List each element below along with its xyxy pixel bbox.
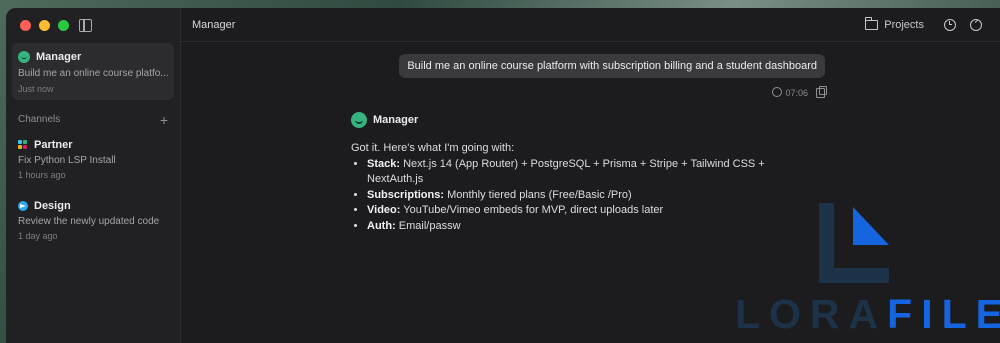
channel-time: 1 hours ago	[18, 170, 66, 180]
bullet-label: Stack:	[367, 157, 401, 170]
projects-button[interactable]: Projects	[865, 17, 924, 31]
close-window-button[interactable]	[20, 20, 31, 31]
bullet-label: Auth:	[367, 219, 396, 232]
watermark-text: LORAFILE	[735, 291, 1000, 338]
bullet-text: Next.js 14 (App Router) + PostgreSQL + P…	[367, 157, 765, 186]
list-item: Subscriptions: Monthly tiered plans (Fre…	[367, 188, 821, 204]
channel-header: Partner	[18, 139, 174, 151]
message-meta: 07:06	[772, 85, 827, 98]
assistant-header: Manager	[351, 112, 821, 128]
bullet-text: Email/passw	[395, 219, 461, 232]
channel-item-design[interactable]: Design Review the newly updated code 1 d…	[18, 200, 174, 241]
watermark-text-dark: LORA	[735, 291, 888, 337]
copy-icon[interactable]	[816, 85, 827, 98]
time-clock-icon	[772, 87, 783, 97]
bullet-text: YouTube/Vimeo embeds for MVP, direct upl…	[400, 204, 664, 216]
channel-item-partner[interactable]: Partner Fix Python LSP Install 1 hours a…	[18, 139, 174, 180]
conversation-name: Manager	[36, 51, 82, 63]
slack-icon	[18, 140, 28, 150]
message-time: 07:06	[785, 88, 808, 98]
conversation-item-manager[interactable]: Manager Build me an online course platfo…	[12, 43, 174, 100]
bullet-label: Video:	[367, 204, 401, 216]
channel-preview: Fix Python LSP Install	[18, 155, 116, 166]
watermark-mark	[819, 203, 889, 283]
channels-label: Channels	[18, 114, 61, 125]
projects-label: Projects	[884, 19, 924, 31]
channel-time: 1 day ago	[18, 231, 58, 241]
folder-icon	[865, 17, 879, 30]
answer-intro: Got it. Here's what I'm going with:	[351, 142, 515, 154]
channel-header: Design	[18, 200, 174, 212]
conversation-preview: Build me an online course platfo...	[18, 68, 169, 79]
user-message: Build me an online course platform with …	[399, 54, 825, 78]
plus-icon[interactable]: +	[160, 113, 168, 127]
channels-header: Channels +	[18, 113, 168, 127]
channel-name: Partner	[34, 139, 73, 151]
message-time-wrap: 07:06	[772, 87, 808, 98]
assistant-avatar-icon	[351, 112, 367, 128]
manager-avatar-icon	[18, 51, 30, 63]
minimize-window-button[interactable]	[39, 20, 50, 31]
sidebar: Manager Build me an online course platfo…	[6, 8, 181, 343]
channel-preview: Review the newly updated code	[18, 216, 160, 227]
assistant-name: Manager	[373, 114, 419, 126]
sidebar-toggle-icon[interactable]	[79, 19, 92, 32]
window-controls	[20, 20, 69, 31]
page-title: Manager	[192, 19, 236, 31]
watermark-text-blue: FILE	[887, 291, 1000, 337]
list-item: Stack: Next.js 14 (App Router) + Postgre…	[367, 157, 821, 188]
bullet-text: Monthly tiered plans (Free/Basic /Pro)	[444, 188, 632, 201]
top-bar: Manager Projects	[181, 8, 1000, 42]
maximize-window-button[interactable]	[58, 20, 69, 31]
history-clock-icon[interactable]	[944, 19, 956, 31]
bullet-label: Subscriptions:	[367, 188, 445, 201]
conversation-time: Just now	[18, 84, 54, 94]
conversation-header: Manager	[18, 51, 81, 63]
telegram-icon	[18, 201, 28, 211]
channel-name: Design	[34, 200, 71, 212]
watermark-logo: LORAFILE	[735, 203, 1000, 343]
gauge-icon[interactable]	[970, 19, 982, 31]
